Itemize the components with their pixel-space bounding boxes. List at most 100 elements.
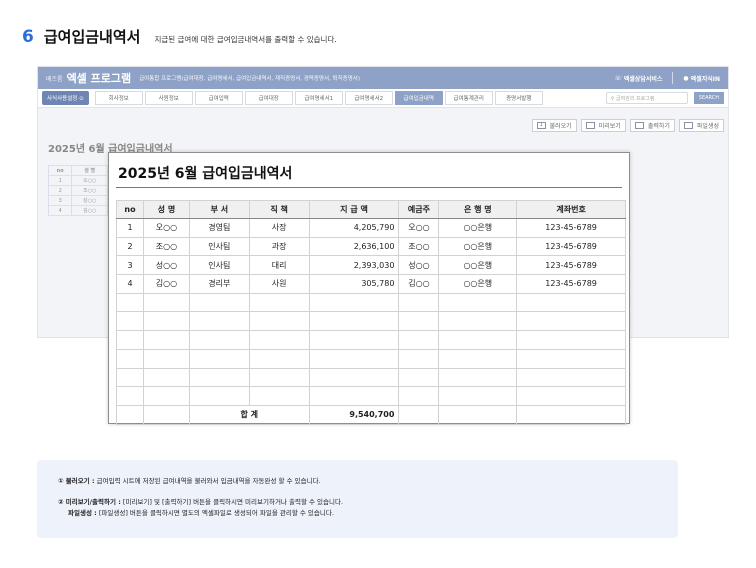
table-cell: 1 [116, 218, 144, 238]
monitor-icon [585, 122, 595, 129]
empty-row [116, 367, 626, 388]
table-cell: 김○○ [398, 274, 440, 294]
top-link-knowledge[interactable]: 엑셀지식IN [691, 74, 720, 83]
title-divider [116, 187, 622, 188]
table-cell: 123-45-6789 [516, 274, 626, 294]
col-bank: 은 행 명 [438, 200, 518, 219]
col-dept: 부 서 [188, 200, 250, 219]
report-preview: 2025년 6월 급여입금내역서 no 성 명 부 서 직 책 지 급 액 예금… [108, 152, 630, 425]
table-cell: 2 [116, 236, 144, 257]
tab-certificates[interactable]: 증명서발행 [494, 91, 543, 105]
empty-row [116, 330, 626, 350]
table-row: 3 성○○ 인사팀 대리 2,393,030 성○○ ○○은행 123-45-6789 [116, 255, 626, 276]
table-cell: 2,636,100 [308, 236, 400, 257]
brand-small: 배즈룸 [46, 75, 63, 83]
search-button[interactable]: SEARCH [693, 92, 724, 104]
note-preview-print: ② 미리보기/출력하기 : [미리보기] 및 [출력하기] 버튼을 클릭하시면 … [58, 498, 344, 506]
brand-subtitle: 급여통합 프로그램(급여대장, 급여명세서, 급여입금내역서, 재직증명서, 경… [139, 76, 360, 82]
step-description: 지급된 급여에 대한 급여입금내역서를 출력할 수 있습니다. [154, 35, 337, 44]
empty-row [116, 311, 626, 332]
top-links: ☏ 엑셀상담서비스 ● 엑셀지식IN [614, 72, 720, 84]
table-row: 4 김○○ 경리부 사원 305,780 김○○ ○○은행 123-45-6789 [116, 274, 626, 294]
table-cell: ○○은행 [438, 274, 518, 294]
col-amount: 지 급 액 [308, 200, 400, 219]
col-position: 직 책 [248, 200, 310, 219]
step-header: 6 급여입금내역서 지급된 급여에 대한 급여입금내역서를 출력할 수 있습니다… [22, 26, 337, 47]
col-no: no [116, 200, 144, 219]
table-row: 1 오○○ [47, 175, 108, 186]
app-topbar: 배즈룸 엑셀 프로그램 급여통합 프로그램(급여대장, 급여명세서, 급여입금내… [38, 67, 728, 89]
tab-payslip-1[interactable]: 급여명세서1 [294, 91, 343, 105]
empty-row [116, 386, 626, 406]
tab-employee-info[interactable]: 사원정보 [144, 91, 193, 105]
col-holder: 예금주 [398, 200, 440, 219]
table-cell: 오○○ [398, 218, 440, 238]
settings-select[interactable]: 사식사용설정 ⊙ [42, 91, 89, 105]
top-divider [672, 72, 674, 84]
tab-payslip-2[interactable]: 급여명세서2 [344, 91, 393, 105]
tab-company-info[interactable]: 회사정보 [94, 91, 143, 105]
action-toolbar: ↓ 불러오기 미리보기 출력하기 파일생성 [528, 119, 724, 132]
phone-icon: ☏ [614, 74, 622, 82]
table-row: 1 오○○ 경영팀 사장 4,205,790 오○○ ○○은행 123-45-6789 [116, 218, 626, 238]
table-cell: 123-45-6789 [516, 255, 626, 276]
app-navbar: 사식사용설정 ⊙ 회사정보 사원정보 급여입력 급여대장 급여명세서1 급여명세… [38, 89, 728, 108]
table-cell: 김○○ [142, 274, 190, 294]
table-cell: 오○○ [142, 218, 190, 238]
table-cell: ○○은행 [438, 255, 518, 276]
total-value: 9,540,700 [308, 404, 400, 425]
table-row: 4 김○○ [47, 205, 108, 216]
report-title: 2025년 6월 급여입금내역서 [118, 166, 293, 182]
table-cell: 123-45-6789 [516, 236, 626, 257]
note-load: ① 불러오기 : 급여입력 시트에 저장된 급여내역을 불러와서 입금내역을 자… [58, 477, 321, 485]
table-cell: 성○○ [142, 255, 190, 276]
create-file-button[interactable]: 파일생성 [678, 119, 724, 132]
tab-salary-input[interactable]: 급여입력 [194, 91, 243, 105]
table-cell: 조○○ [398, 236, 440, 257]
table-cell: 인사팀 [188, 255, 250, 276]
background-sheet: no 성 명 1 오○○ 2 조○○ 3 성○○ 4 김○○ [47, 165, 108, 216]
table-cell: 2,393,030 [308, 255, 400, 276]
table-cell: ○○은행 [438, 218, 518, 238]
note-create-file: 파일생성 : [파일생성] 버튼을 클릭하시면 별도의 엑셀파일로 생성되어 파… [68, 509, 334, 517]
table-cell: 305,780 [308, 274, 400, 294]
table-cell: 조○○ [142, 236, 190, 257]
tab-salary-stats[interactable]: 급여통계관리 [444, 91, 493, 105]
table-cell: ○○은행 [438, 236, 518, 257]
printer-icon [634, 122, 644, 129]
table-row: 2 조○○ 인사팀 과장 2,636,100 조○○ ○○은행 123-45-6789 [116, 236, 626, 257]
tab-deposit-statement[interactable]: 급여입금내역 [394, 91, 443, 105]
table-cell: 과장 [248, 236, 310, 257]
table-cell: 사원 [248, 274, 310, 294]
col-name: 성 명 [142, 200, 190, 219]
table-cell: 대리 [248, 255, 310, 276]
search-icon: ⚲ [610, 96, 615, 102]
brand-logo[interactable]: 엑셀 프로그램 [67, 70, 132, 86]
deposit-table: no 성 명 부 서 직 책 지 급 액 예금주 은 행 명 계좌번호 1 오○○… [116, 200, 626, 425]
folder-icon [683, 122, 693, 129]
col-account: 계좌번호 [516, 200, 626, 219]
table-cell: 성○○ [398, 255, 440, 276]
top-link-consult[interactable]: 엑셀상담서비스 [624, 74, 663, 83]
print-button[interactable]: 출력하기 [629, 119, 675, 132]
table-cell: 인사팀 [188, 236, 250, 257]
table-cell: 3 [116, 255, 144, 276]
table-row: 2 조○○ [47, 185, 108, 196]
load-button[interactable]: ↓ 불러오기 [531, 119, 577, 132]
preview-button[interactable]: 미리보기 [580, 119, 626, 132]
table-header-row: no 성 명 부 서 직 책 지 급 액 예금주 은 행 명 계좌번호 [116, 200, 626, 219]
empty-row [116, 292, 626, 313]
table-row: 3 성○○ [47, 195, 108, 206]
location-pin-icon: ● [683, 74, 689, 82]
total-label: 합 계 [188, 404, 310, 425]
step-title: 급여입금내역서 [43, 28, 141, 46]
step-number: 6 [22, 27, 34, 47]
notes-panel: ① 불러오기 : 급여입력 시트에 저장된 급여내역을 불러와서 입금내역을 자… [37, 460, 678, 538]
table-cell: 4 [116, 274, 144, 294]
table-cell: 경리부 [188, 274, 250, 294]
table-cell: 경영팀 [188, 218, 250, 238]
table-cell: 4,205,790 [308, 218, 400, 238]
search-input[interactable]: ⚲ 급여관리 프로그램 [605, 92, 688, 104]
table-cell: 123-45-6789 [516, 218, 626, 238]
tab-salary-ledger[interactable]: 급여대장 [244, 91, 293, 105]
